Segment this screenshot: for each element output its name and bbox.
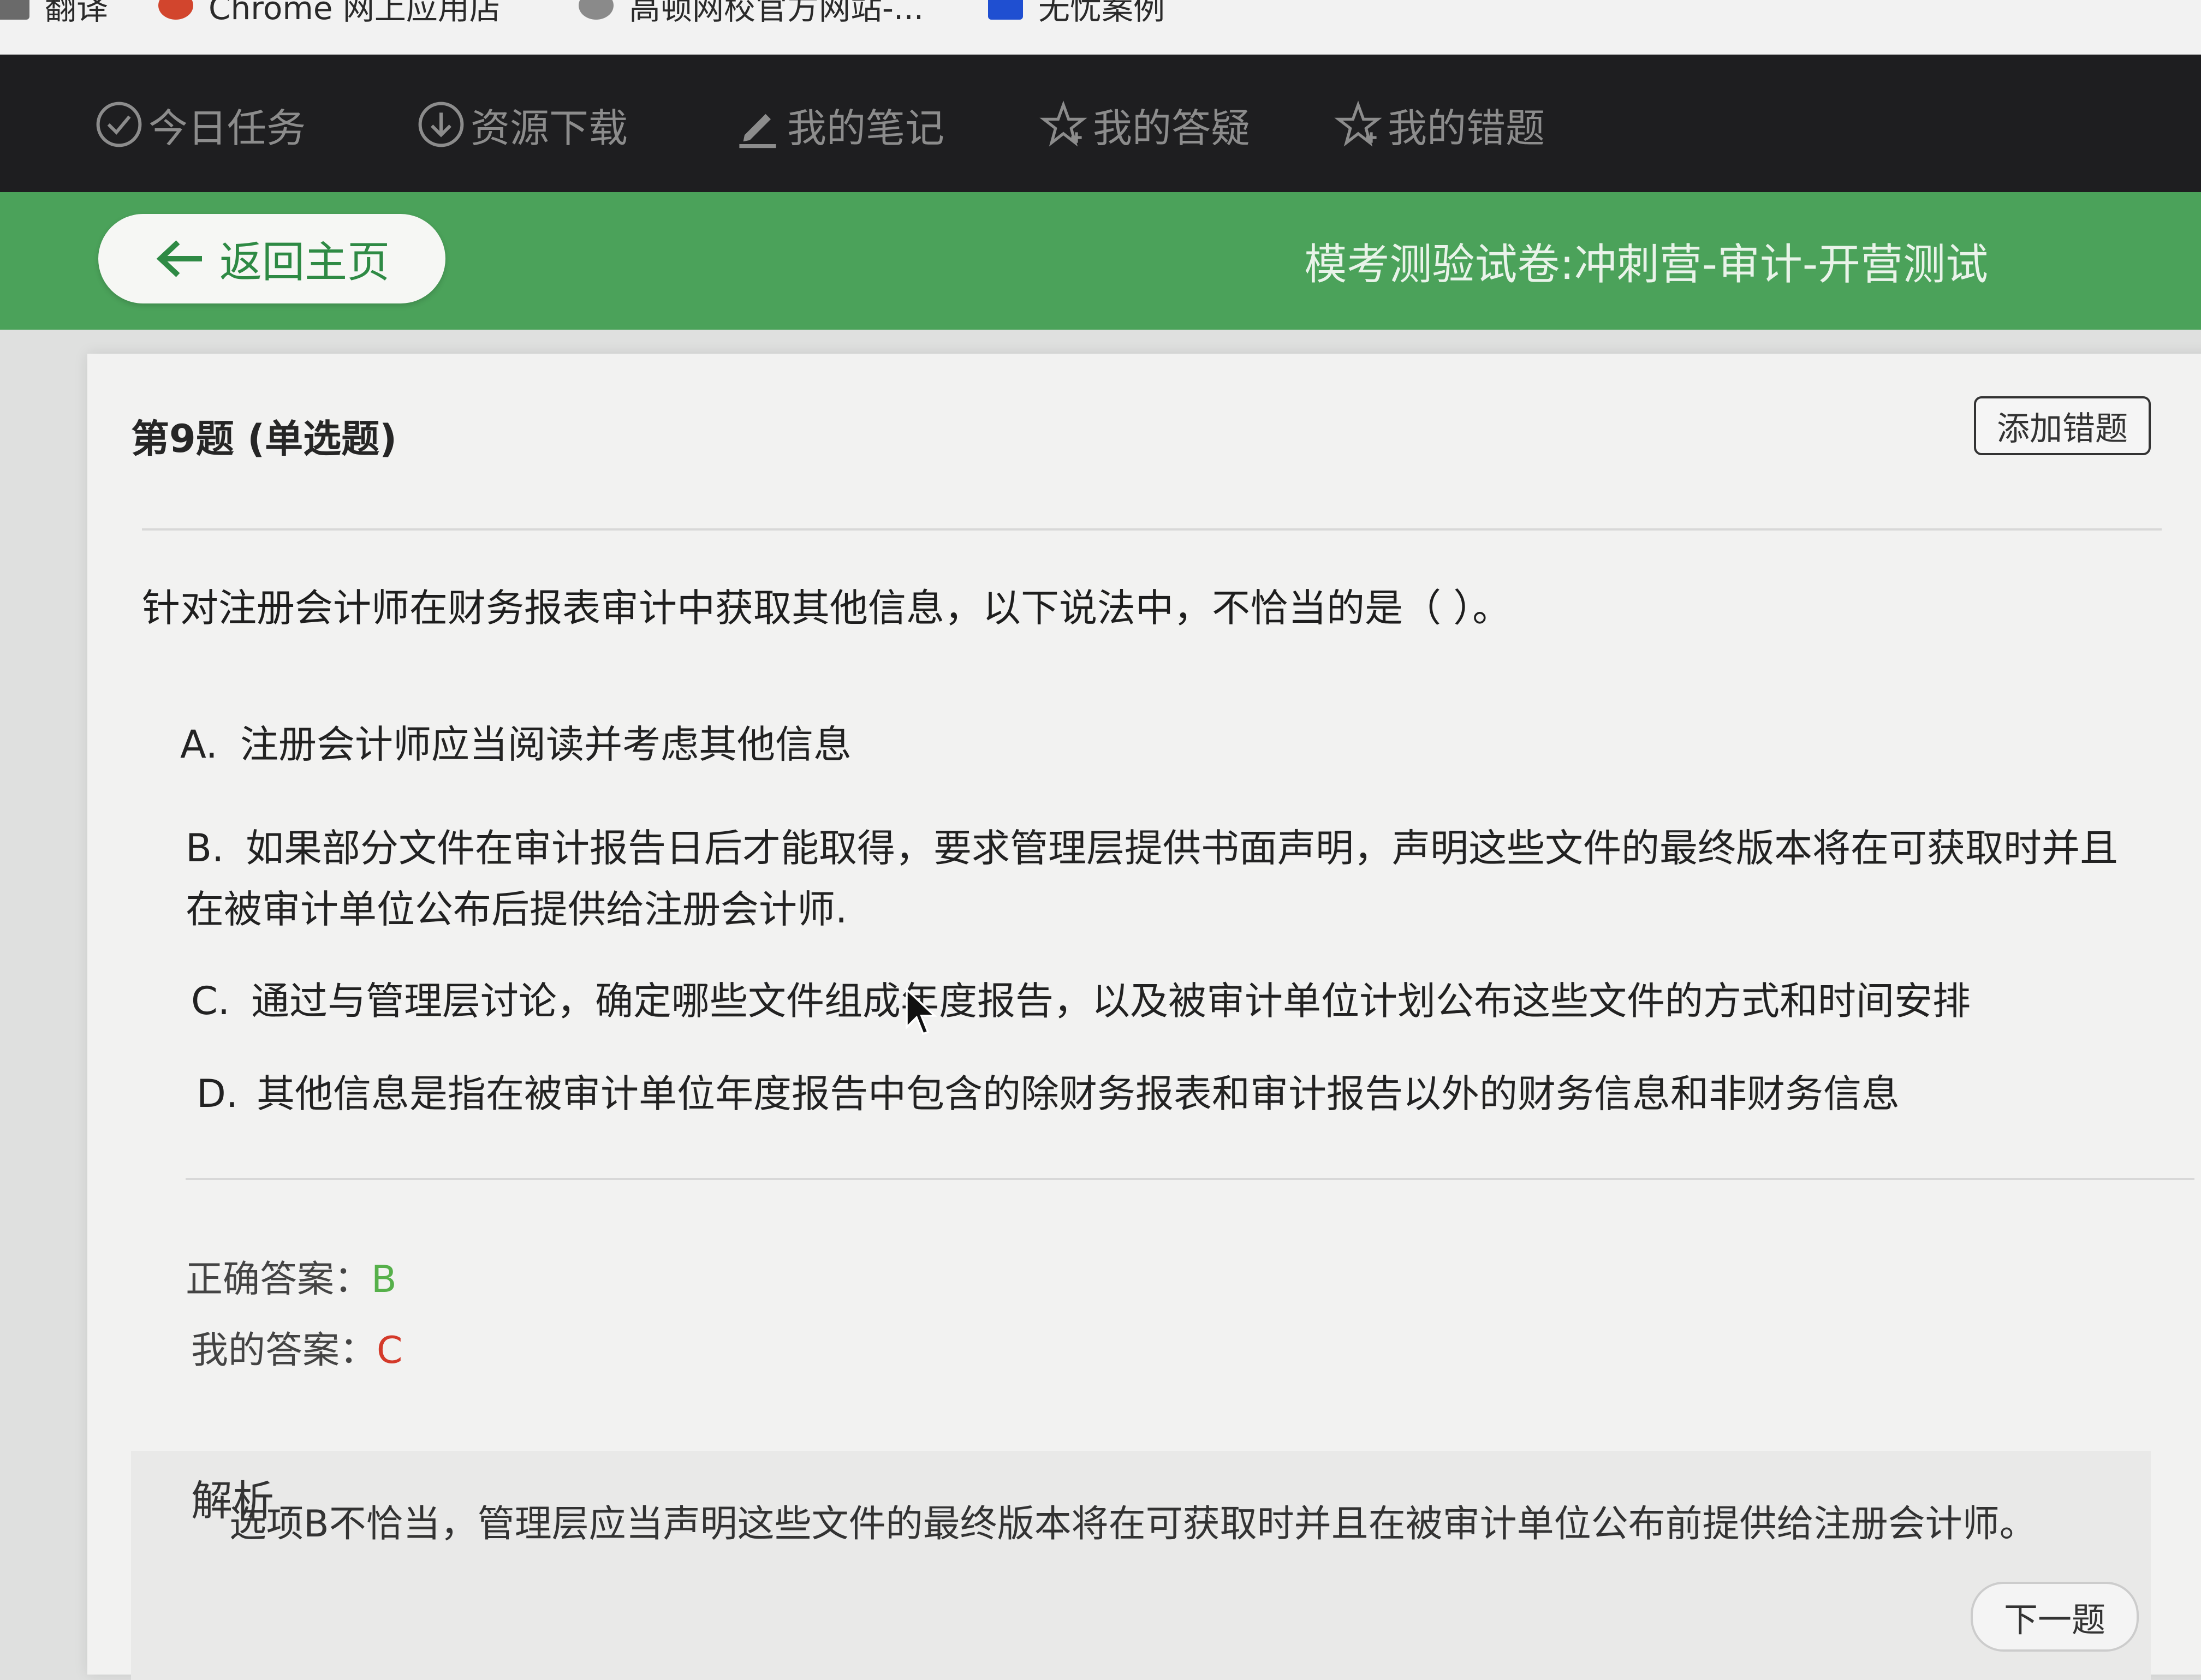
back-home-button[interactable]: 返回主页 [98,214,445,303]
nav-label: 资源下载 [471,105,628,151]
option-letter: C. [191,979,230,1023]
my-answer: 我的答案：C [191,1320,403,1374]
option-c[interactable]: C. 通过与管理层讨论，确定哪些文件组成年度报告，以及被审计单位计划公布这些文件的… [191,970,2134,1032]
option-letter: D. [197,1071,239,1116]
bookmark-gaodun[interactable]: 高顿网校官方网站-... [579,0,924,27]
download-circle-icon [418,102,464,147]
correct-answer-value: B [371,1258,397,1301]
nav-resource-download[interactable]: 资源下载 [415,97,628,152]
bookmark-label: 无忧案例 [1038,0,1165,27]
nav-label: 我的错题 [1388,105,1545,151]
bookmark-label: Chrome 网上应用店 [209,0,501,27]
top-nav: 今日任务 资源下载 我的笔记 我的答疑 我的错题 [0,55,2201,192]
question-card: 第9题 (单选题) 添加错题 针对注册会计师在财务报表审计中获取其他信息，以下说… [87,354,2201,1680]
option-b[interactable]: B. 如果部分文件在审计报告日后才能取得，要求管理层提供书面声明，声明这些文件的最… [186,818,2134,940]
back-home-label: 返回主页 [219,238,390,287]
arrow-left-icon [156,240,202,277]
nav-label: 今日任务 [148,105,306,151]
star-plus-icon [1334,100,1382,147]
star-plus-icon [1039,100,1087,147]
chrome-store-icon [158,0,193,20]
question-number: 第9题 (单选题) [131,416,397,461]
option-a[interactable]: A. 注册会计师应当阅读并考虑其他信息 [180,714,2145,775]
bookmark-wuyou[interactable]: 无忧案例 [988,0,1165,27]
correct-answer: 正确答案：B [186,1249,397,1303]
nav-my-wrong[interactable]: 我的错题 [1332,97,1545,152]
divider [142,528,2162,531]
check-circle-icon [96,102,142,147]
bookmark-translate[interactable]: 翻译 [0,0,108,27]
bookmark-label: 高顿网校官方网站-... [629,0,924,27]
nav-label: 我的答疑 [1093,105,1251,151]
question-text: 针对注册会计师在财务报表审计中获取其他信息，以下说法中，不恰当的是（ ）。 [142,586,1511,630]
nav-label: 我的笔记 [787,105,945,151]
my-answer-label: 我的答案： [191,1329,377,1372]
exam-title: 模考测验试卷:冲刺营-审计-开营测试 [1304,240,1988,289]
gaodun-logo-icon [579,0,614,20]
option-letter: B. [186,826,224,871]
option-text: 其他信息是指在被审计单位年度报告中包含的除财务报表和审计报告以外的财务信息和非财… [257,1071,1900,1116]
exam-header: 返回主页 模考测验试卷:冲刺营-审计-开营测试 [0,192,2201,330]
bookmarks-bar: 翻译 Chrome 网上应用店 高顿网校官方网站-... 无忧案例 [0,0,2201,56]
divider [186,1178,2194,1180]
option-text: 通过与管理层讨论，确定哪些文件组成年度报告，以及被审计单位计划公布这些文件的方式… [251,979,1971,1023]
next-question-button[interactable]: 下一题 [1971,1582,2139,1652]
correct-answer-label: 正确答案： [186,1258,372,1301]
folder-icon [0,0,29,20]
pencil-icon [739,114,776,148]
nav-today-task[interactable]: 今日任务 [93,97,306,152]
blue-square-icon [988,0,1023,20]
add-wrong-question-button[interactable]: 添加错题 [1974,396,2151,455]
option-d[interactable]: D. 其他信息是指在被审计单位年度报告中包含的除财务报表和审计报告以外的财务信息和… [197,1063,2140,1124]
analysis-text: 选项B不恰当，管理层应当声明这些文件的最终版本将在可获取时并且在被审计单位公布前… [229,1503,2037,1546]
option-text: 注册会计师应当阅读并考虑其他信息 [240,722,852,767]
my-answer-value: C [377,1329,403,1372]
nav-my-qa[interactable]: 我的答疑 [1037,97,1250,152]
bookmark-label: 翻译 [45,0,109,27]
nav-my-notes[interactable]: 我的笔记 [731,97,944,152]
bookmark-chrome-store[interactable]: Chrome 网上应用店 [158,0,501,27]
option-text: 如果部分文件在审计报告日后才能取得，要求管理层提供书面声明，声明这些文件的最终版… [186,826,2118,932]
mouse-cursor-icon [906,988,937,1035]
option-letter: A. [180,722,218,767]
